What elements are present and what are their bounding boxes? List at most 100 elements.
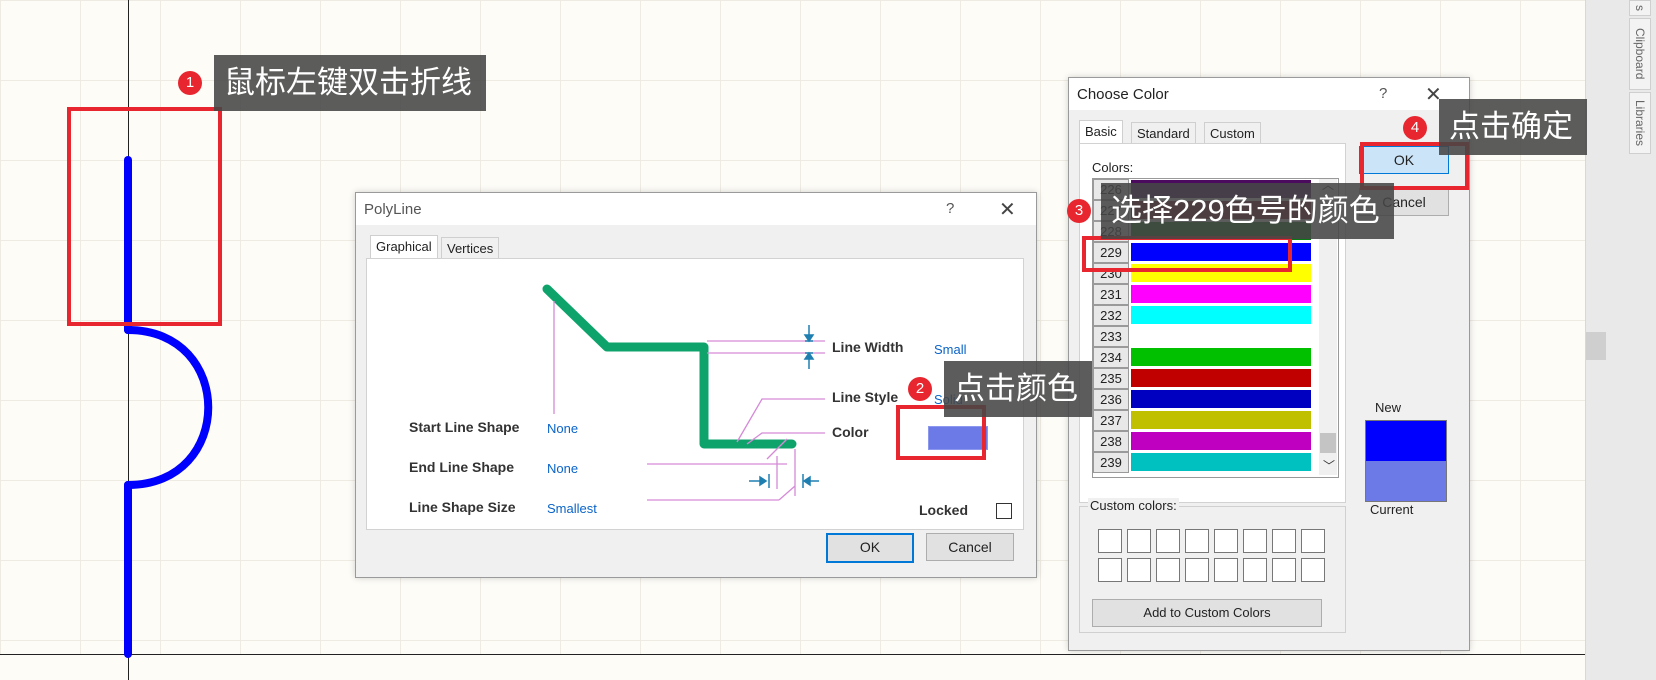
color-number: 235 xyxy=(1093,368,1129,389)
start-line-shape-label: Start Line Shape xyxy=(409,419,520,435)
start-line-shape-value[interactable]: None xyxy=(547,421,578,436)
scrollbar-thumb[interactable] xyxy=(1586,332,1606,360)
step-badge-1: 1 xyxy=(178,71,202,95)
color-row-239[interactable]: 239 xyxy=(1093,452,1318,473)
polyline-dialog: PolyLine ? ✕ Graphical Vertices Line Wid… xyxy=(355,192,1037,578)
polyline-titlebar: PolyLine ? ✕ xyxy=(356,193,1036,225)
custom-color-cell[interactable] xyxy=(1214,529,1238,553)
tab-graphical[interactable]: Graphical xyxy=(370,235,438,260)
right-side-panel: s Clipboard Libraries xyxy=(1585,0,1656,680)
step-badge-2: 2 xyxy=(908,377,932,401)
new-color-swatch xyxy=(1366,421,1446,461)
locked-label: Locked xyxy=(919,502,969,518)
colors-label: Colors: xyxy=(1092,160,1134,175)
color-swatch xyxy=(1131,432,1311,450)
color-number: 232 xyxy=(1093,305,1129,326)
choose-color-titlebar: Choose Color ? ✕ xyxy=(1069,78,1469,110)
color-swatch xyxy=(1131,369,1311,387)
callout-4: 点击确定 xyxy=(1439,99,1587,155)
side-tab-partial-label: s xyxy=(1633,5,1647,11)
step-badge-3: 3 xyxy=(1067,199,1091,223)
custom-colors-group: Custom colors: Add to Custom Colors xyxy=(1079,498,1346,633)
polyline-ok-button[interactable]: OK xyxy=(826,533,914,563)
color-swatch xyxy=(1131,327,1311,345)
callout-3: 选择229色号的颜色 xyxy=(1101,183,1394,239)
line-width-label: Line Width xyxy=(832,339,904,355)
tab-basic[interactable]: Basic xyxy=(1079,120,1123,145)
color-row-231[interactable]: 231 xyxy=(1093,284,1318,305)
color-swatch xyxy=(1131,348,1311,366)
new-color-label: New xyxy=(1375,400,1402,415)
current-color-label: Current xyxy=(1370,502,1414,517)
choose-color-title: Choose Color xyxy=(1077,86,1169,103)
color-row-232[interactable]: 232 xyxy=(1093,305,1318,326)
side-tab-libraries-label: Libraries xyxy=(1633,99,1647,147)
color-row-235[interactable]: 235 xyxy=(1093,368,1318,389)
color-number: 237 xyxy=(1093,410,1129,431)
current-color-swatch xyxy=(1366,461,1446,501)
custom-color-cell[interactable] xyxy=(1127,529,1151,553)
side-tab-clipboard-label: Clipboard xyxy=(1633,28,1647,80)
color-number: 231 xyxy=(1093,284,1129,305)
custom-color-cell[interactable] xyxy=(1098,529,1122,553)
custom-colors-grid xyxy=(1098,529,1338,585)
custom-color-cell[interactable] xyxy=(1156,529,1180,553)
color-swatch xyxy=(1131,453,1311,471)
color-swatch xyxy=(1131,411,1311,429)
close-icon[interactable]: ✕ xyxy=(999,197,1016,222)
color-number: 239 xyxy=(1093,452,1129,473)
highlight-color-229 xyxy=(1082,236,1292,272)
polyline-title: PolyLine xyxy=(364,201,422,218)
color-row-233[interactable]: 233 xyxy=(1093,326,1318,347)
custom-color-cell[interactable] xyxy=(1243,558,1267,582)
side-tab-partial[interactable]: s xyxy=(1629,0,1651,16)
color-row-238[interactable]: 238 xyxy=(1093,431,1318,452)
color-number: 233 xyxy=(1093,326,1129,347)
add-to-custom-colors-button[interactable]: Add to Custom Colors xyxy=(1092,599,1322,627)
custom-color-cell[interactable] xyxy=(1272,529,1296,553)
polyline-cancel-button[interactable]: Cancel xyxy=(926,533,1014,561)
color-swatch xyxy=(1131,390,1311,408)
custom-color-cell[interactable] xyxy=(1214,558,1238,582)
help-icon[interactable]: ? xyxy=(946,200,954,217)
custom-color-cell[interactable] xyxy=(1272,558,1296,582)
help-icon[interactable]: ? xyxy=(1379,85,1387,102)
line-width-value[interactable]: Small xyxy=(934,342,967,357)
color-swatch xyxy=(1131,285,1311,303)
side-tab-clipboard[interactable]: Clipboard xyxy=(1629,18,1651,90)
tab-custom[interactable]: Custom xyxy=(1204,122,1261,145)
color-row-237[interactable]: 237 xyxy=(1093,410,1318,431)
custom-color-cell[interactable] xyxy=(1301,558,1325,582)
color-label: Color xyxy=(832,424,869,440)
scrollbar-thumb[interactable] xyxy=(1320,433,1336,453)
scroll-down-icon[interactable]: ﹀ xyxy=(1323,457,1335,474)
custom-color-cell[interactable] xyxy=(1156,558,1180,582)
custom-colors-label: Custom colors: xyxy=(1088,498,1179,513)
highlight-polyline xyxy=(67,107,222,326)
custom-color-cell[interactable] xyxy=(1098,558,1122,582)
color-number: 238 xyxy=(1093,431,1129,452)
color-row-234[interactable]: 234 xyxy=(1093,347,1318,368)
color-swatch xyxy=(1131,306,1311,324)
end-line-shape-label: End Line Shape xyxy=(409,459,515,475)
tab-standard[interactable]: Standard xyxy=(1131,122,1196,145)
locked-checkbox[interactable] xyxy=(996,503,1012,519)
line-shape-size-value[interactable]: Smallest xyxy=(547,501,597,516)
side-tab-libraries[interactable]: Libraries xyxy=(1629,92,1651,154)
custom-color-cell[interactable] xyxy=(1243,529,1267,553)
custom-color-cell[interactable] xyxy=(1185,529,1209,553)
end-line-shape-value[interactable]: None xyxy=(547,461,578,476)
line-shape-size-label: Line Shape Size xyxy=(409,499,516,515)
color-number: 234 xyxy=(1093,347,1129,368)
new-current-preview xyxy=(1365,420,1447,502)
callout-1: 鼠标左键双击折线 xyxy=(214,55,486,111)
custom-color-cell[interactable] xyxy=(1301,529,1325,553)
color-number: 236 xyxy=(1093,389,1129,410)
line-style-label: Line Style xyxy=(832,389,899,405)
custom-color-cell[interactable] xyxy=(1185,558,1209,582)
color-row-236[interactable]: 236 xyxy=(1093,389,1318,410)
custom-color-cell[interactable] xyxy=(1127,558,1151,582)
callout-2: 点击颜色 xyxy=(944,361,1092,417)
step-badge-4: 4 xyxy=(1403,116,1427,140)
tab-vertices[interactable]: Vertices xyxy=(441,237,500,260)
